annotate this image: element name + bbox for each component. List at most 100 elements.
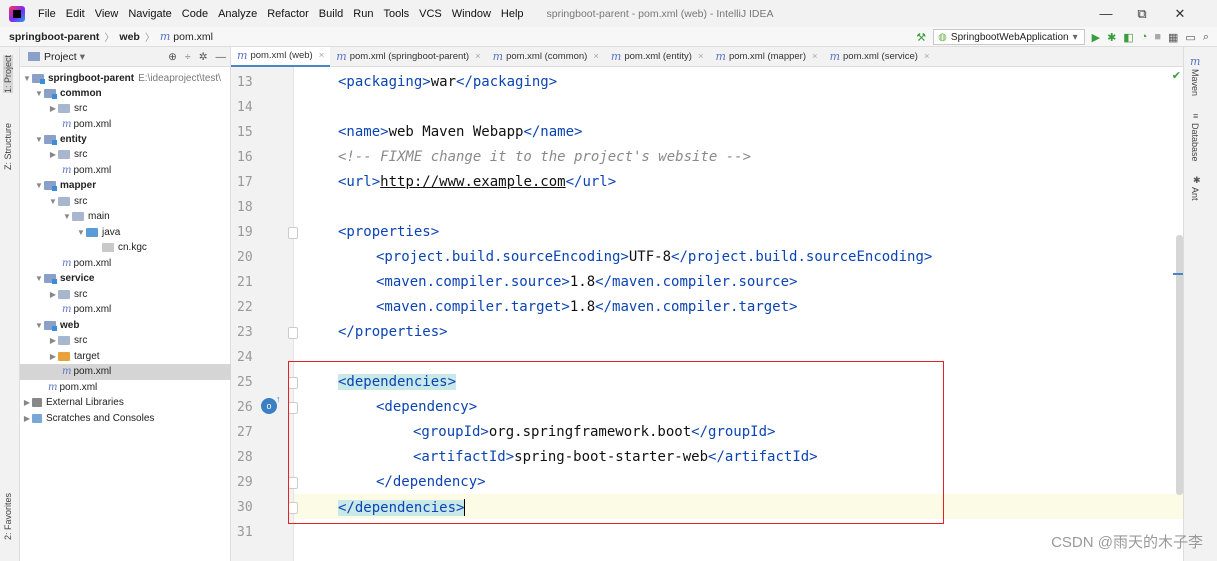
expand-arrow-icon[interactable]: ▼ [76, 228, 86, 237]
close-icon[interactable]: × [924, 51, 930, 62]
tree-node-pom[interactable]: m pom.xml [62, 302, 111, 318]
tree-node-scratches[interactable]: ▶ Scratches and Consoles [22, 411, 154, 427]
locate-file-icon[interactable]: ⊕ [168, 51, 177, 63]
tree-node-package[interactable]: cn.kgc [102, 240, 147, 256]
tree-node-springboot-parent[interactable]: ▼ springboot-parent E:\ideaproject\test\ [22, 71, 221, 87]
project-structure-icon[interactable]: ▦ [1168, 31, 1178, 44]
stop-icon[interactable]: ■ [1154, 31, 1161, 43]
breadcrumb-file[interactable]: m pom.xml [160, 30, 213, 43]
expand-arrow-icon[interactable]: ▼ [34, 89, 44, 98]
expand-arrow-icon[interactable]: ▼ [34, 274, 44, 283]
close-icon[interactable]: × [812, 51, 818, 62]
inspection-ok-icon[interactable]: ✔ [1172, 69, 1181, 82]
tree-node-pom[interactable]: m pom.xml [62, 163, 111, 179]
expand-arrow-icon[interactable]: ▼ [62, 212, 72, 221]
maven-file-icon: m [48, 382, 58, 394]
menu-run[interactable]: Run [348, 8, 378, 20]
menu-vcs[interactable]: VCS [414, 8, 447, 20]
project-view-select[interactable]: Project [44, 51, 77, 63]
menu-file[interactable]: File [33, 8, 61, 20]
maven-tool-tab[interactable]: Maven [1190, 69, 1200, 96]
menu-edit[interactable]: Edit [61, 8, 90, 20]
tree-node-pom-selected[interactable]: m pom.xml [20, 364, 231, 380]
tree-node-src[interactable]: ▶ src [48, 101, 87, 117]
close-icon[interactable]: × [319, 50, 325, 61]
tree-node-main[interactable]: ▼ main [62, 209, 110, 225]
menu-navigate[interactable]: Navigate [123, 8, 176, 20]
breadcrumb-module[interactable]: web [119, 31, 139, 43]
collapse-arrow-icon[interactable]: ▶ [48, 150, 58, 159]
expand-arrow-icon[interactable]: ▼ [22, 74, 32, 83]
code-editor[interactable]: 13 14 15 16 17 18 19 20 21 22 23 24 25 2… [231, 67, 1183, 561]
tree-node-pom[interactable]: m pom.xml [62, 256, 111, 272]
tree-node-web[interactable]: ▼ web [34, 318, 79, 334]
gear-icon[interactable]: ✲ [199, 51, 208, 63]
close-icon[interactable]: × [698, 51, 704, 62]
tree-node-src[interactable]: ▶ src [48, 333, 87, 349]
collapse-arrow-icon[interactable]: ▶ [48, 352, 58, 361]
tab-pom-service[interactable]: m pom.xml (service) × [824, 47, 936, 67]
close-icon[interactable]: × [475, 51, 481, 62]
menu-help[interactable]: Help [496, 8, 529, 20]
build-hammer-icon[interactable]: ⚒ [916, 31, 926, 44]
collapse-arrow-icon[interactable]: ▶ [22, 414, 32, 423]
favorites-tool-tab[interactable]: 2: Favorites [3, 493, 13, 540]
tree-node-target[interactable]: ▶ target [48, 349, 100, 365]
restore-button[interactable]: ⧉ [1124, 0, 1160, 27]
expand-arrow-icon[interactable]: ▼ [34, 181, 44, 190]
collapse-arrow-icon[interactable]: ▶ [48, 104, 58, 113]
tree-node-java[interactable]: ▼ java [76, 225, 120, 241]
tab-pom-entity[interactable]: m pom.xml (entity) × [605, 47, 710, 67]
debug-icon[interactable]: ✱ [1107, 31, 1116, 44]
collapse-arrow-icon[interactable]: ▶ [48, 336, 58, 345]
terminal-icon[interactable]: ▭ [1185, 31, 1195, 44]
collapse-arrow-icon[interactable]: ▶ [22, 398, 32, 407]
expand-arrow-icon[interactable]: ▼ [34, 321, 44, 330]
menu-build[interactable]: Build [314, 8, 348, 20]
search-icon[interactable]: ⌕ [1203, 31, 1209, 44]
tree-node-pom[interactable]: m pom.xml [62, 117, 111, 133]
tab-pom-springboot-parent[interactable]: m pom.xml (springboot-parent) × [330, 47, 486, 67]
url-link[interactable]: http://www.example.com [380, 174, 565, 190]
hide-panel-icon[interactable]: — [216, 51, 227, 63]
fold-marker-icon[interactable] [288, 327, 298, 339]
tree-node-src[interactable]: ▶ src [48, 287, 87, 303]
tree-node-external-libraries[interactable]: ▶ External Libraries [22, 395, 124, 411]
run-configuration-select[interactable]: ◍ SpringbootWebApplication ▾ [933, 29, 1085, 45]
close-icon[interactable]: × [593, 51, 599, 62]
dependency-override-icon[interactable]: o [261, 398, 277, 414]
tree-node-src[interactable]: ▶ src [48, 147, 87, 163]
close-window-button[interactable]: ✕ [1162, 0, 1198, 27]
structure-tool-tab[interactable]: Z: Structure [3, 123, 13, 170]
database-tool-tab[interactable]: Database [1190, 123, 1200, 162]
tree-node-src[interactable]: ▼ src [48, 194, 87, 210]
menu-refactor[interactable]: Refactor [262, 8, 314, 20]
collapse-arrow-icon[interactable]: ▶ [48, 290, 58, 299]
menu-tools[interactable]: Tools [378, 8, 414, 20]
xml-text: 1.8 [569, 274, 596, 290]
run-icon[interactable]: ▶ [1092, 31, 1100, 44]
menu-code[interactable]: Code [177, 8, 213, 20]
tree-node-pom[interactable]: m pom.xml [48, 380, 97, 396]
arrow-up-icon[interactable]: ↑ [276, 394, 281, 404]
tree-node-service[interactable]: ▼ service [34, 271, 94, 287]
coverage-icon[interactable]: ◧ [1123, 31, 1133, 44]
tab-pom-web[interactable]: m pom.xml (web) × [231, 46, 331, 67]
ant-tool-tab[interactable]: Ant [1190, 187, 1200, 201]
minimize-button[interactable]: — [1088, 0, 1124, 27]
collapse-all-icon[interactable]: ÷ [185, 51, 191, 63]
profile-icon[interactable]: ◔ [1141, 31, 1148, 43]
fold-marker-icon[interactable] [288, 227, 298, 239]
tree-node-entity[interactable]: ▼ entity [34, 132, 87, 148]
menu-view[interactable]: View [90, 8, 124, 20]
project-tool-tab[interactable]: 1: Project [3, 55, 13, 94]
tab-pom-common[interactable]: m pom.xml (common) × [487, 47, 605, 67]
breadcrumb-root[interactable]: springboot-parent [9, 31, 99, 43]
tree-node-mapper[interactable]: ▼ mapper [34, 178, 96, 194]
menu-window[interactable]: Window [447, 8, 496, 20]
tab-pom-mapper[interactable]: m pom.xml (mapper) × [710, 47, 824, 67]
expand-arrow-icon[interactable]: ▼ [34, 135, 44, 144]
expand-arrow-icon[interactable]: ▼ [48, 197, 58, 206]
menu-analyze[interactable]: Analyze [213, 8, 262, 20]
tree-node-common[interactable]: ▼ common [34, 86, 102, 102]
